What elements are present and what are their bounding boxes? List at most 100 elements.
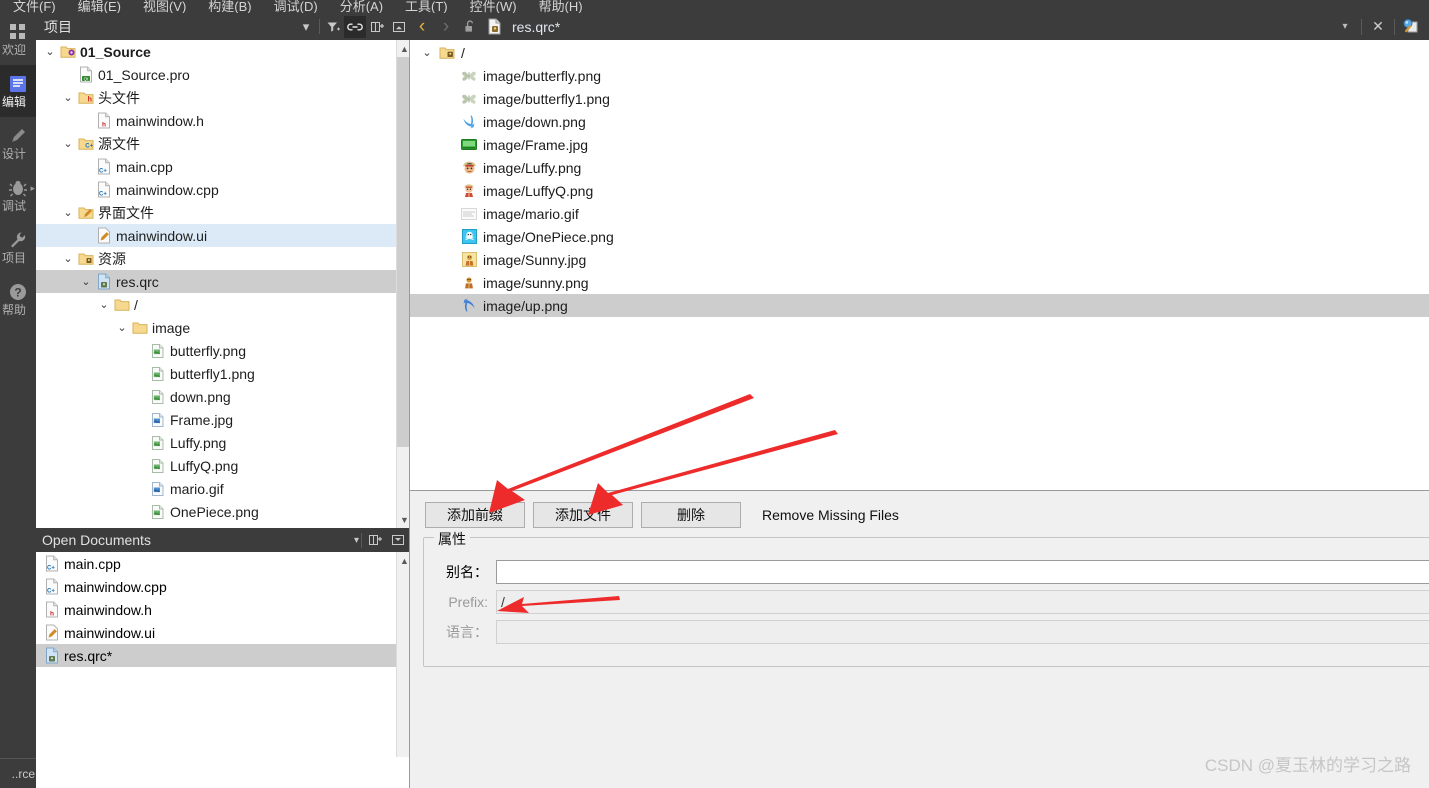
menu-item-2[interactable]: 视图(V) [132, 0, 197, 13]
open-document-row-main.cpp[interactable]: C+ main.cpp [36, 552, 396, 575]
project-tree-row-butterfly.png[interactable]: butterfly.png [36, 339, 396, 362]
link-icon[interactable] [344, 15, 366, 38]
open-documents-list[interactable]: C+ main.cpp C+ mainwindow.cpp h mainwindow.h m… [36, 552, 396, 757]
project-tree-row-头文件[interactable]: ⌄ h 头文件 [36, 86, 396, 109]
project-tree-row-源文件[interactable]: ⌄ C+ 源文件 [36, 132, 396, 155]
menu-item-7[interactable]: 控件(W) [459, 0, 528, 13]
mode-item-label: 调试 [1, 199, 26, 213]
chevron-down-icon[interactable]: ⌄ [60, 91, 76, 104]
svg-text:h: h [87, 97, 91, 104]
mode-item-欢迎[interactable]: 欢迎 [0, 13, 36, 65]
sunny-png-thumb [458, 275, 480, 290]
project-tree-row-mainwindow.cpp[interactable]: C+ mainwindow.cpp [36, 178, 396, 201]
butterfly-thumb [458, 92, 480, 106]
chevron-down-icon[interactable]: ⌄ [42, 45, 58, 58]
collapse-icon[interactable] [388, 16, 410, 38]
resource-button-remove-missing-files[interactable]: Remove Missing Files [749, 502, 912, 528]
close-editor-button[interactable]: ✕ [1366, 15, 1390, 39]
chevron-down-icon[interactable]: ⌄ [60, 252, 76, 265]
resource-button-添加前缀[interactable]: 添加前缀 [425, 502, 525, 528]
project-tree-row-mainwindow.h[interactable]: h mainwindow.h [36, 109, 396, 132]
navigate-back-button[interactable]: ‹ [410, 15, 434, 39]
project-tree-row-/[interactable]: ⌄ / [36, 293, 396, 316]
chevron-down-icon[interactable]: ⌄ [60, 137, 76, 150]
resource-row-image/sunny.png[interactable]: image/sunny.png [410, 271, 1429, 294]
resource-file-list[interactable]: ⌄ / image/butterfly.png image/butterfly1.pn… [410, 40, 1429, 491]
resource-row-image/Luffy.png[interactable]: image/Luffy.png [410, 156, 1429, 179]
project-tree-row-界面文件[interactable]: ⌄ 界面文件 [36, 201, 396, 224]
editor-dropdown-button[interactable]: ▾ [1333, 15, 1357, 39]
resource-root-row[interactable]: ⌄ / [410, 41, 1429, 64]
project-tree-row-Luffy.png[interactable]: Luffy.png [36, 431, 396, 454]
chevron-down-icon[interactable]: ⌄ [78, 275, 94, 288]
resource-row-image/down.png[interactable]: image/down.png [410, 110, 1429, 133]
prefix-input[interactable]: / [496, 590, 1429, 614]
project-tree-row-res.qrc[interactable]: ⌄ res.qrc [36, 270, 396, 293]
open-document-row-mainwindow.ui[interactable]: mainwindow.ui [36, 621, 396, 644]
resource-button-添加文件[interactable]: 添加文件 [533, 502, 633, 528]
project-tree-row-01_Source[interactable]: ⌄ 01_Source [36, 40, 396, 63]
menu-item-8[interactable]: 帮助(H) [528, 0, 594, 13]
open-document-row-mainwindow.h[interactable]: h mainwindow.h [36, 598, 396, 621]
split-add-icon[interactable] [364, 529, 386, 551]
tree-item-label: butterfly.png [170, 342, 247, 359]
resource-row-label: image/butterfly.png [483, 67, 602, 84]
split-add-icon[interactable] [366, 16, 388, 38]
project-tree-row-main.cpp[interactable]: C+ main.cpp [36, 155, 396, 178]
chevron-down-icon[interactable]: ⌄ [114, 321, 130, 334]
open-document-row-res.qrc*[interactable]: res.qrc* [36, 644, 396, 667]
project-tree-row-down.png[interactable]: down.png [36, 385, 396, 408]
chevron-down-icon[interactable]: ⌄ [418, 46, 436, 59]
resource-row-image/Frame.jpg[interactable]: image/Frame.jpg [410, 133, 1429, 156]
chevron-down-icon[interactable]: ⌄ [60, 206, 76, 219]
menu-item-6[interactable]: 工具(T) [394, 0, 459, 13]
png-file-icon [148, 343, 168, 359]
resource-row-image/butterfly1.png[interactable]: image/butterfly1.png [410, 87, 1429, 110]
project-pane-dropdown[interactable]: ▾ [295, 16, 317, 38]
menu-item-0[interactable]: 文件(F) [2, 0, 67, 13]
mode-item-设计[interactable]: 设计 [0, 117, 36, 169]
mode-item-项目[interactable]: 项目 [0, 221, 36, 273]
resource-row-image/OnePiece.png[interactable]: image/OnePiece.png [410, 225, 1429, 248]
menu-item-1[interactable]: 编辑(E) [67, 0, 132, 13]
mode-item-label: 欢迎 [1, 43, 26, 57]
resource-row-image/mario.gif[interactable]: image/mario.gif [410, 202, 1429, 225]
open-documents-dropdown[interactable]: ▾ [354, 535, 359, 546]
mode-item-编辑[interactable]: 编辑 [0, 65, 36, 117]
menu-item-3[interactable]: 构建(B) [197, 0, 262, 13]
menu-item-4[interactable]: 调试(D) [263, 0, 329, 13]
project-tree-row-01_Source.pro[interactable]: Qt 01_Source.pro [36, 63, 396, 86]
filter-icon[interactable] [322, 16, 344, 38]
chevron-down-icon[interactable]: ⌄ [96, 298, 112, 311]
project-tree-row-OnePiece.png[interactable]: OnePiece.png [36, 500, 396, 523]
chevron-right-icon[interactable]: ▸ [30, 183, 35, 194]
navigate-forward-button[interactable]: › [434, 15, 458, 39]
language-input[interactable] [496, 620, 1429, 644]
open-document-row-mainwindow.cpp[interactable]: C+ mainwindow.cpp [36, 575, 396, 598]
project-tree-row-mainwindow.ui[interactable]: mainwindow.ui [36, 224, 396, 247]
project-tree[interactable]: ⌄ 01_Source Qt 01_Source.pro ⌄ h 头文件 h mainwindo… [36, 40, 396, 528]
project-tree-row-butterfly1.png[interactable]: butterfly1.png [36, 362, 396, 385]
folder-icon [130, 320, 150, 335]
mode-item-帮助[interactable]: ? 帮助 [0, 273, 36, 325]
resource-row-image/Sunny.jpg[interactable]: image/Sunny.jpg [410, 248, 1429, 271]
alias-label: 别名： [446, 564, 488, 580]
resource-row-image/up.png[interactable]: image/up.png [410, 294, 1429, 317]
cpp-file-icon: C+ [42, 555, 62, 572]
h-file-icon: h [94, 112, 114, 129]
project-tree-row-image[interactable]: ⌄ image [36, 316, 396, 339]
collapse-icon[interactable] [386, 529, 410, 551]
project-tree-row-LuffyQ.png[interactable]: LuffyQ.png [36, 454, 396, 477]
resource-row-image/butterfly.png[interactable]: image/butterfly.png [410, 64, 1429, 87]
unlock-icon[interactable] [458, 15, 482, 39]
resource-row-image/LuffyQ.png[interactable]: image/LuffyQ.png [410, 179, 1429, 202]
mode-item-调试[interactable]: 调试 ▸ [0, 169, 36, 221]
split-editor-icon[interactable] [1399, 15, 1423, 39]
wrench-icon [8, 229, 28, 251]
resource-button-删除[interactable]: 删除 [641, 502, 741, 528]
project-tree-row-资源[interactable]: ⌄ 资源 [36, 247, 396, 270]
project-tree-row-mario.gif[interactable]: mario.gif [36, 477, 396, 500]
project-tree-row-Frame.jpg[interactable]: Frame.jpg [36, 408, 396, 431]
alias-input[interactable] [496, 560, 1429, 584]
menu-item-5[interactable]: 分析(A) [329, 0, 394, 13]
